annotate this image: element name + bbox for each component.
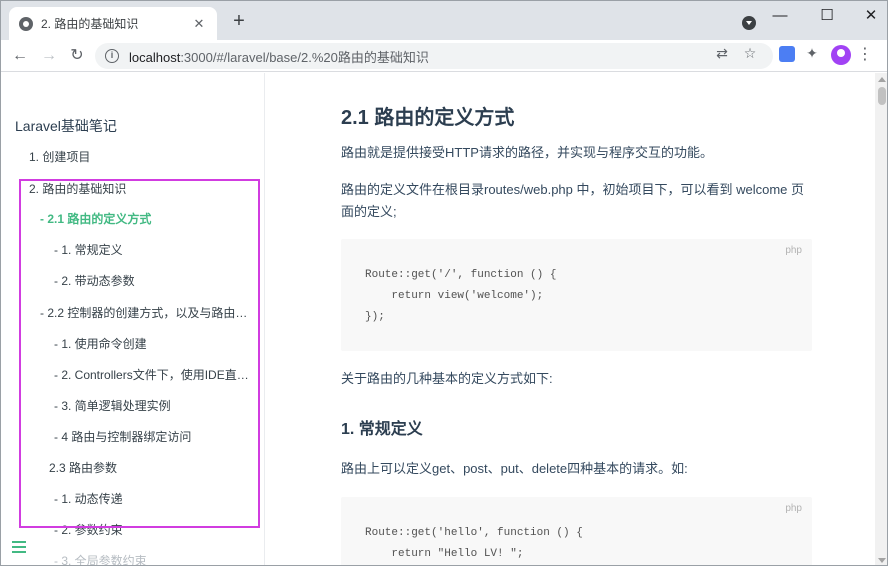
bookmark-star-icon[interactable]: ☆ xyxy=(741,44,759,62)
extensions-puzzle-icon[interactable]: ✦ xyxy=(803,44,821,62)
back-arrow-icon[interactable]: ← xyxy=(9,45,31,67)
new-tab-button[interactable]: + xyxy=(229,10,249,32)
code-block-hello: php Route::get('hello', function () { re… xyxy=(341,497,812,565)
profile-avatar[interactable] xyxy=(831,45,851,65)
maximize-button[interactable]: ☐ xyxy=(813,6,841,26)
scroll-down-arrow-icon[interactable] xyxy=(878,558,886,563)
app-name[interactable]: Laravel基础笔记 xyxy=(15,116,117,136)
sidebar-item-global-constraints[interactable]: - 3. 全局参数约束 xyxy=(54,552,254,565)
code-block-welcome: php Route::get('/', function () { return… xyxy=(341,239,812,351)
section-heading: 2.1 路由的定义方式 xyxy=(341,107,515,129)
sidebar-toggle-icon[interactable] xyxy=(12,541,26,556)
paragraph-intro: 路由就是提供接受HTTP请求的路径，并实现与程序交互的功能。 xyxy=(341,145,713,160)
scroll-up-arrow-icon[interactable] xyxy=(878,77,886,82)
browser-menu-icon[interactable]: ⋮ xyxy=(857,46,873,64)
subsection-heading: 1. 常规定义 xyxy=(341,421,423,438)
sidebar: Laravel基础笔记 1. 创建项目 2. 路由的基础知识 - 2.1 路由的… xyxy=(1,73,265,565)
paragraph-definition-types: 关于路由的几种基本的定义方式如下: xyxy=(341,371,553,386)
vertical-scrollbar[interactable] xyxy=(875,73,887,565)
reload-icon[interactable]: ↻ xyxy=(66,45,88,67)
paragraph-route-file: 路由的定义文件在根目录routes/web.php 中，初始项目下，可以看到 w… xyxy=(341,182,805,219)
code-text: Route::get('hello', function () { return… xyxy=(365,527,583,560)
browser-window: 2. 路由的基础知识 ✕ + — ☐ ✕ ← → ↻ i localhost:3… xyxy=(0,0,888,566)
forward-arrow-icon[interactable]: → xyxy=(38,45,60,67)
tab-search-icon[interactable] xyxy=(742,16,756,30)
translate-icon[interactable]: ⇄ xyxy=(713,44,731,62)
browser-toolbar: ← → ↻ i localhost:3000/#/laravel/base/2.… xyxy=(1,40,887,72)
highlight-box xyxy=(19,179,260,528)
sidebar-item-create-project[interactable]: 1. 创建项目 xyxy=(29,148,249,165)
code-language-label: php xyxy=(785,503,802,514)
scrollbar-thumb[interactable] xyxy=(878,87,886,105)
address-bar[interactable]: i localhost:3000/#/laravel/base/2.%20路由的… xyxy=(95,43,773,69)
globe-icon xyxy=(19,16,33,31)
url-text: localhost:3000/#/laravel/base/2.%20路由的基础… xyxy=(129,49,429,65)
site-info-icon[interactable]: i xyxy=(105,49,119,63)
code-text: Route::get('/', function () { return vie… xyxy=(365,269,557,323)
close-window-button[interactable]: ✕ xyxy=(857,6,885,26)
browser-tab[interactable]: 2. 路由的基础知识 ✕ xyxy=(9,7,217,40)
paragraph-request-types: 路由上可以定义get、post、put、delete四种基本的请求。如: xyxy=(341,461,688,476)
code-language-label: php xyxy=(785,245,802,256)
extension-icon[interactable] xyxy=(779,46,795,62)
tab-title: 2. 路由的基础知识 xyxy=(41,17,139,31)
tab-strip: 2. 路由的基础知识 ✕ + — ☐ ✕ xyxy=(1,1,887,40)
main-content: 2.1 路由的定义方式 路由就是提供接受HTTP请求的路径，并实现与程序交互的功… xyxy=(265,73,875,565)
tab-close-icon[interactable]: ✕ xyxy=(191,16,207,32)
minimize-button[interactable]: — xyxy=(766,6,794,26)
